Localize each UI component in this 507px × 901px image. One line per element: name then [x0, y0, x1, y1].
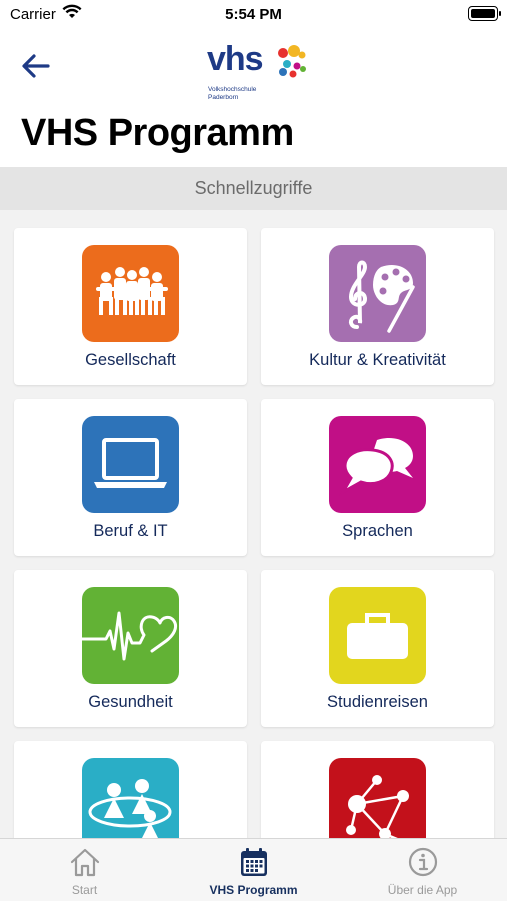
back-arrow-icon[interactable] [18, 50, 54, 82]
music-palette-icon [329, 245, 426, 342]
tile-sprachen[interactable]: Sprachen [261, 399, 494, 556]
group-circle-icon [82, 758, 179, 838]
logo-subtitle-2: Paderborn [208, 94, 239, 101]
tile-beruf-it[interactable]: Beruf & IT [14, 399, 247, 556]
people-chain-icon [82, 245, 179, 342]
network-icon [329, 758, 426, 838]
suitcase-icon [329, 587, 426, 684]
tab-label: Start [71, 883, 98, 897]
battery-icon [468, 6, 501, 21]
logo-dots-icon [278, 45, 306, 78]
laptop-icon [82, 416, 179, 513]
section-header: Schnellzugriffe [0, 167, 507, 210]
status-time: 5:54 PM [225, 6, 282, 23]
calendar-icon [238, 846, 270, 878]
tab-bar: Start VHS Programm Über die App [0, 838, 507, 901]
tab-ueber-die-app[interactable]: Über die App [338, 839, 507, 901]
tile-label: Sprachen [342, 522, 413, 540]
status-bar: Carrier 5:54 PM [0, 0, 507, 30]
home-icon [69, 846, 101, 878]
vhs-logo: vhs Volkshochschule Paderborn [207, 40, 317, 102]
info-icon [407, 846, 439, 878]
speech-bubbles-icon [329, 416, 426, 513]
header: vhs Volkshochschule Paderborn VHS Progra… [0, 30, 507, 167]
page-title: VHS Programm [21, 112, 294, 154]
tile-group[interactable] [14, 741, 247, 838]
logo-text: vhs [207, 40, 264, 78]
tab-label: Über die App [387, 883, 458, 897]
category-grid: Gesellschaft Kultur & Kreativität Beruf … [0, 210, 507, 838]
tab-start[interactable]: Start [0, 839, 169, 901]
tile-network[interactable] [261, 741, 494, 838]
tile-label: Kultur & Kreativität [309, 351, 446, 369]
tile-gesellschaft[interactable]: Gesellschaft [14, 228, 247, 385]
heartbeat-icon [82, 587, 179, 684]
tile-label: Gesellschaft [85, 351, 176, 369]
logo-subtitle-1: Volkshochschule [208, 86, 257, 93]
tile-kultur-kreativitaet[interactable]: Kultur & Kreativität [261, 228, 494, 385]
tile-gesundheit[interactable]: Gesundheit [14, 570, 247, 727]
tile-label: Beruf & IT [93, 522, 168, 540]
tile-studienreisen[interactable]: Studienreisen [261, 570, 494, 727]
tab-label: VHS Programm [209, 883, 298, 897]
tile-label: Studienreisen [327, 693, 428, 711]
tab-vhs-programm[interactable]: VHS Programm [169, 839, 338, 901]
tile-label: Gesundheit [88, 693, 173, 711]
